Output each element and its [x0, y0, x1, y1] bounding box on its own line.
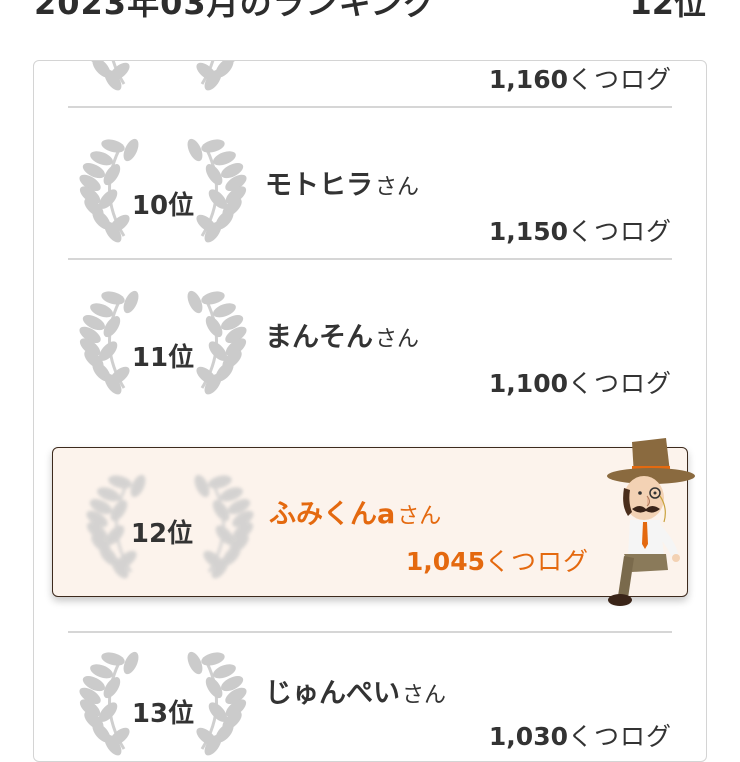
- user-name: じゅんぺいさん: [265, 671, 446, 710]
- score-value: 1,030くつログ: [489, 717, 672, 753]
- name-suffix: さん: [375, 327, 419, 352]
- score-number: 1,030: [489, 722, 568, 751]
- row-divider: [68, 106, 672, 108]
- ranking-row[interactable]: 11位 まんそんさん 1,100くつログ: [68, 261, 672, 412]
- ranking-title: 2023年03月のランキング: [34, 0, 437, 24]
- ranking-row[interactable]: 9位 1,160くつログ: [68, 60, 672, 108]
- user-name-text: じゅんぺい: [265, 678, 400, 709]
- user-name: モトヒラさん: [265, 163, 419, 202]
- rank-label: 9位: [68, 60, 258, 62]
- ranking-row[interactable]: 13位 じゅんぺいさん 1,030くつログ: [68, 633, 672, 762]
- ranking-list: 9位 1,160くつログ 10位 モトヒラさん 1,150くつログ 11位 まん…: [33, 60, 707, 762]
- ranking-header: 2023年03月のランキング 12位: [0, 0, 740, 40]
- row-divider: [68, 258, 672, 260]
- current-user-row[interactable]: 12位 ふみくんaさん 1,045くつログ: [52, 447, 688, 597]
- name-suffix: さん: [375, 175, 419, 200]
- my-rank-label: 12位: [629, 0, 706, 24]
- score-unit: くつログ: [568, 217, 672, 246]
- name-suffix: さん: [402, 683, 446, 708]
- score-value: 1,100くつログ: [489, 364, 672, 400]
- user-name: ふみくんaさん: [269, 492, 441, 531]
- rank-label: 12位: [67, 513, 257, 550]
- score-unit: くつログ: [485, 547, 589, 576]
- score-unit: くつログ: [568, 369, 672, 398]
- score-value: 1,045くつログ: [406, 542, 589, 578]
- rank-label: 10位: [68, 185, 258, 222]
- detective-mascot: [594, 436, 699, 611]
- score-number: 1,045: [406, 547, 485, 576]
- score-number: 1,160: [489, 65, 568, 94]
- ranking-row[interactable]: 10位 モトヒラさん 1,150くつログ: [68, 109, 672, 260]
- score-number: 1,150: [489, 217, 568, 246]
- score-unit: くつログ: [568, 65, 672, 94]
- rank-label: 11位: [68, 337, 258, 374]
- score-number: 1,100: [489, 369, 568, 398]
- laurel-wreath-icon: [68, 60, 258, 94]
- score-unit: くつログ: [568, 722, 672, 751]
- name-suffix: さん: [397, 504, 441, 529]
- score-value: 1,150くつログ: [489, 212, 672, 248]
- user-name-text: まんそん: [265, 322, 373, 353]
- user-name: まんそんさん: [265, 315, 419, 354]
- user-name-text: モトヒラ: [265, 170, 373, 201]
- user-name-text: ふみくんa: [269, 499, 395, 530]
- score-value: 1,160くつログ: [489, 60, 672, 96]
- rank-label: 13位: [68, 693, 258, 730]
